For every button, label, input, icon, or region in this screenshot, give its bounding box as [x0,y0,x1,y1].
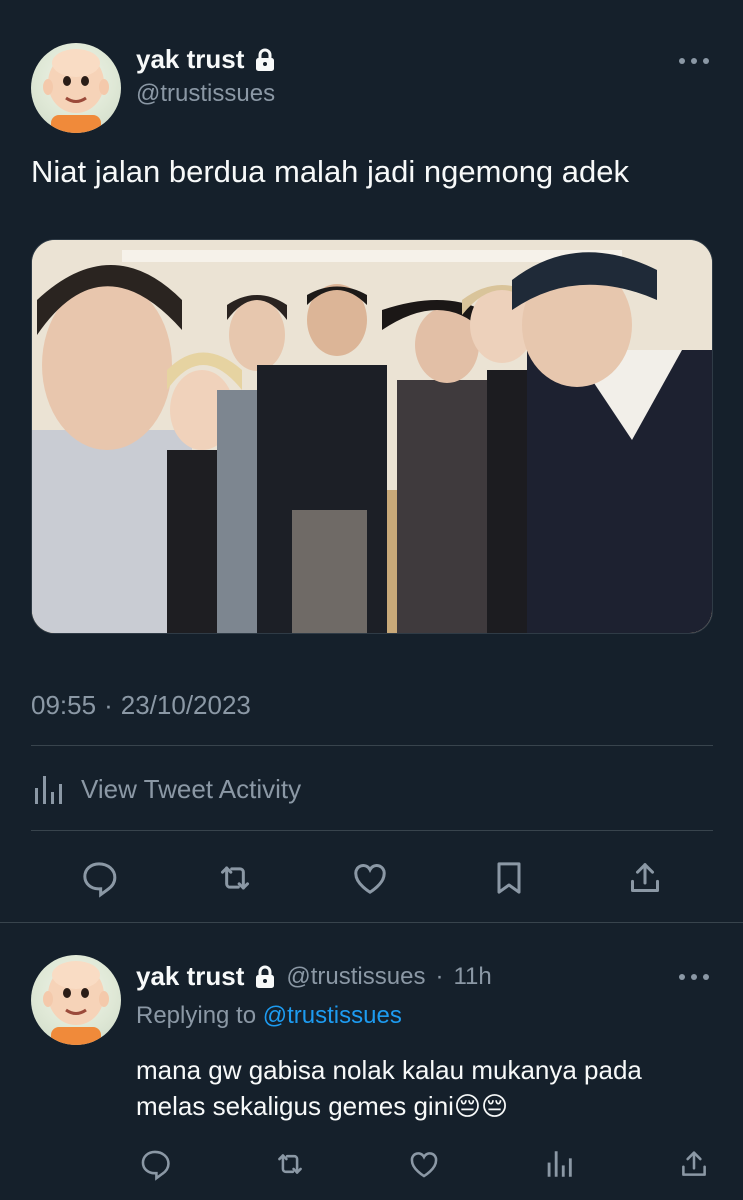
reply-text: mana gw gabisa nolak kalau mukanya pada … [136,1052,642,1124]
lock-icon [254,965,276,989]
analytics-icon[interactable] [537,1142,581,1186]
replying-to-prefix: Replying to [136,1002,257,1029]
view-activity-label: View Tweet Activity [81,773,302,804]
bookmark-icon[interactable] [487,856,531,900]
tweet-text: Niat jalan berdua malah jadi ngemong ade… [31,154,630,189]
lock-icon [254,48,276,72]
analytics-icon [31,772,67,806]
divider [31,745,713,746]
more-icon[interactable] [676,54,712,72]
reply-author-handle[interactable]: @trustissues [286,963,425,991]
reply-author-avatar[interactable] [31,955,121,1045]
author-name-row: yak trust [136,44,276,75]
tweet-photo[interactable] [31,239,713,634]
group-photo-image [32,240,712,633]
heart-icon[interactable] [348,856,392,900]
divider [31,830,713,831]
reply-text-line1: mana gw gabisa nolak kalau mukanya pada [136,1055,642,1085]
more-icon[interactable] [676,970,712,988]
author-avatar[interactable] [31,43,121,133]
retweet-icon[interactable] [213,856,257,900]
tweet-time: 09:55 [31,690,97,720]
tweet-date: 23/10/2023 [120,690,251,720]
meta-separator: · [104,690,113,720]
share-icon[interactable] [672,1142,716,1186]
reply-author-name[interactable]: yak trust [136,961,244,992]
reply-icon[interactable] [77,856,121,900]
reply-separator: · [435,962,444,990]
reply-text-line2: melas sekaligus gemes gini😔😔 [136,1091,509,1121]
tweet-timestamp[interactable]: 09:55 · 23/10/2023 [31,690,251,721]
view-activity-button[interactable]: View Tweet Activity [31,772,301,806]
retweet-icon[interactable] [268,1142,312,1186]
divider [0,922,743,923]
reply-icon[interactable] [133,1142,177,1186]
reply-time[interactable]: 11h [453,963,491,991]
reply-header: yak trust @trustissues · 11h [136,961,492,992]
author-name[interactable]: yak trust [136,44,244,75]
author-handle[interactable]: @trustissues [136,80,275,108]
heart-icon[interactable] [402,1142,446,1186]
share-icon[interactable] [623,856,667,900]
replying-to: Replying to @trustissues [136,1002,402,1030]
replying-to-handle[interactable]: @trustissues [263,1002,402,1029]
